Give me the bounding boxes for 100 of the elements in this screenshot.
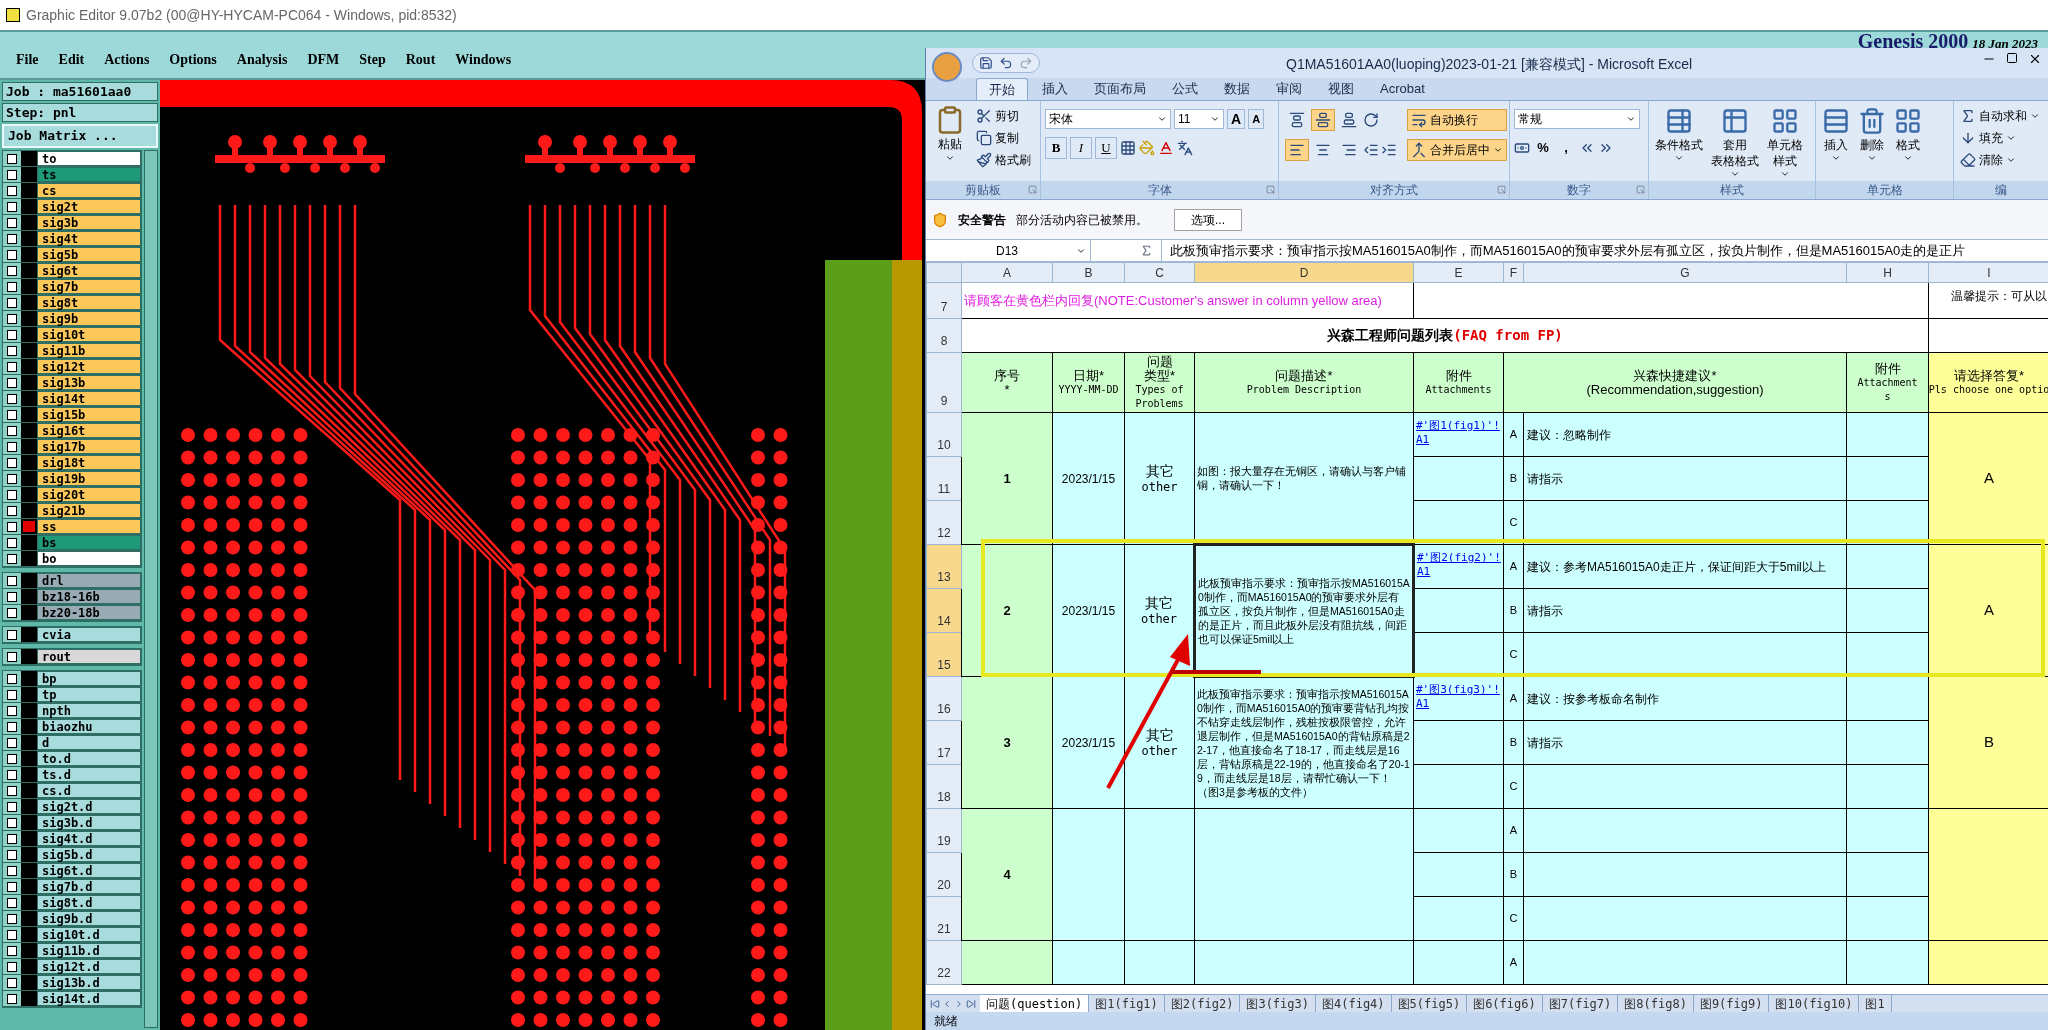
close-icon[interactable] xyxy=(2028,52,2042,66)
italic-button[interactable]: I xyxy=(1070,137,1092,159)
layer-checkbox[interactable] xyxy=(7,313,17,324)
layer-checkbox[interactable] xyxy=(7,505,17,516)
layer-checkbox[interactable] xyxy=(7,233,17,244)
layer-name[interactable]: sig3b.d xyxy=(37,815,141,830)
last-sheet-icon[interactable] xyxy=(966,998,976,1009)
layer-checkbox[interactable] xyxy=(7,721,17,732)
layer-checkbox[interactable] xyxy=(7,769,17,780)
layer-name[interactable]: bz18-16b xyxy=(37,589,141,604)
layer-checkbox[interactable] xyxy=(7,297,17,308)
restore-icon[interactable] xyxy=(2006,52,2018,64)
office-button[interactable] xyxy=(932,52,962,82)
menu-item[interactable]: DFM xyxy=(307,48,340,70)
layer-checkbox[interactable] xyxy=(7,993,17,1004)
layer-checkbox[interactable] xyxy=(7,929,17,940)
options-button[interactable]: 选项... xyxy=(1174,208,1242,231)
layer-checkbox[interactable] xyxy=(7,489,17,500)
layer-name[interactable]: sig19b xyxy=(37,471,141,486)
column-header[interactable]: C xyxy=(1124,262,1195,283)
ribbon-tab[interactable]: 数据 xyxy=(1212,78,1262,100)
format-painter-button[interactable]: 格式刷 xyxy=(974,149,1033,171)
column-header[interactable]: B xyxy=(1052,262,1125,283)
column-header[interactable]: I xyxy=(1928,262,2048,283)
font-name-field[interactable]: 宋体 xyxy=(1045,109,1171,129)
layer-checkbox[interactable] xyxy=(7,217,17,228)
percent-button[interactable]: % xyxy=(1533,137,1553,159)
layer-checkbox[interactable] xyxy=(7,169,17,180)
menu-item[interactable]: Options xyxy=(169,48,217,70)
layer-checkbox[interactable] xyxy=(7,409,17,420)
grow-font-button[interactable]: A xyxy=(1227,109,1246,129)
layer-checkbox[interactable] xyxy=(7,591,17,602)
bold-button[interactable]: B xyxy=(1045,137,1067,159)
layer-name[interactable]: sig13b xyxy=(37,375,141,390)
ribbon-tab[interactable]: 视图 xyxy=(1316,78,1366,100)
layer-checkbox[interactable] xyxy=(7,849,17,860)
formula-field[interactable]: 此板预审指示要求：预审指示按MA516015A0制作，而MA516015A0的预审要求外层有孤立区，按负片制作，但是MA516015A0走的是正片 xyxy=(1161,240,2048,261)
currency-icon[interactable] xyxy=(1514,140,1530,156)
column-header[interactable]: H xyxy=(1846,262,1929,283)
layer-name[interactable]: sig17b xyxy=(37,439,141,454)
align-left-button[interactable] xyxy=(1285,139,1309,161)
layer-name[interactable]: bz20-18b xyxy=(37,605,141,620)
menu-item[interactable]: Edit xyxy=(58,48,85,70)
ribbon-tab[interactable]: Acrobat xyxy=(1368,78,1437,100)
layer-name[interactable]: sig20t xyxy=(37,487,141,502)
layer-checkbox[interactable] xyxy=(7,977,17,988)
layer-name[interactable]: sig5b xyxy=(37,247,141,262)
layer-name[interactable]: bo xyxy=(37,551,141,566)
layer-checkbox[interactable] xyxy=(7,801,17,812)
next-sheet-icon[interactable] xyxy=(954,998,964,1009)
layer-name[interactable]: d xyxy=(37,735,141,750)
ribbon-tab[interactable]: 审阅 xyxy=(1264,78,1314,100)
menu-item[interactable]: Windows xyxy=(455,48,512,70)
layer-name[interactable]: sig15b xyxy=(37,407,141,422)
layer-name[interactable]: ts xyxy=(37,167,141,182)
layer-name[interactable]: to.d xyxy=(37,751,141,766)
layer-checkbox[interactable] xyxy=(7,329,17,340)
layer-name[interactable]: sig12t.d xyxy=(37,959,141,974)
column-header[interactable]: A xyxy=(961,262,1053,283)
layer-name[interactable]: sig10t xyxy=(37,327,141,342)
column-header[interactable]: F xyxy=(1503,262,1524,283)
layer-checkbox[interactable] xyxy=(7,629,17,640)
layer-checkbox[interactable] xyxy=(7,607,17,618)
layer-name[interactable]: npth xyxy=(37,703,141,718)
job-matrix-button[interactable]: Job Matrix ... xyxy=(2,124,158,148)
layer-checkbox[interactable] xyxy=(7,817,17,828)
layer-checkbox[interactable] xyxy=(7,441,17,452)
layer-checkbox[interactable] xyxy=(7,537,17,548)
layer-name[interactable]: bp xyxy=(37,671,141,686)
conditional-format-button[interactable]: 条件格式 xyxy=(1655,107,1703,179)
layer-name[interactable]: sig16t xyxy=(37,423,141,438)
layer-name[interactable]: cvia xyxy=(37,627,141,642)
ribbon-tab[interactable]: 公式 xyxy=(1160,78,1210,100)
layer-name[interactable]: rout xyxy=(37,649,141,664)
answer-cell[interactable] xyxy=(1928,808,2048,941)
layer-name[interactable]: sig8t xyxy=(37,295,141,310)
paste-button[interactable]: 粘贴 xyxy=(930,105,970,171)
sheet-tab[interactable]: 问题(question) xyxy=(980,994,1090,1013)
layer-name[interactable]: cs xyxy=(37,183,141,198)
layer-checkbox[interactable] xyxy=(7,393,17,404)
layer-name[interactable]: sig5b.d xyxy=(37,847,141,862)
attachment-link[interactable]: #'图3(fig3)'!A1 xyxy=(1414,677,1503,711)
layer-checkbox[interactable] xyxy=(7,785,17,796)
layer-checkbox[interactable] xyxy=(7,575,17,586)
layer-checkbox[interactable] xyxy=(7,833,17,844)
layer-checkbox[interactable] xyxy=(7,689,17,700)
menu-item[interactable]: Analysis xyxy=(236,48,288,70)
layer-name[interactable]: drl xyxy=(37,573,141,588)
layer-name[interactable]: bs xyxy=(37,535,141,550)
save-icon[interactable] xyxy=(979,56,993,70)
name-box[interactable]: D13 xyxy=(926,240,1091,261)
insert-button[interactable]: 插入 xyxy=(1822,107,1850,163)
column-header[interactable]: D xyxy=(1194,262,1414,283)
layer-checkbox[interactable] xyxy=(7,457,17,468)
delete-button[interactable]: 删除 xyxy=(1858,107,1886,163)
ribbon-tab[interactable]: 页面布局 xyxy=(1082,78,1158,100)
layer-name[interactable]: sig9b xyxy=(37,311,141,326)
copy-button[interactable]: 复制 xyxy=(974,127,1033,149)
layer-name[interactable]: cs.d xyxy=(37,783,141,798)
layer-checkbox[interactable] xyxy=(7,265,17,276)
